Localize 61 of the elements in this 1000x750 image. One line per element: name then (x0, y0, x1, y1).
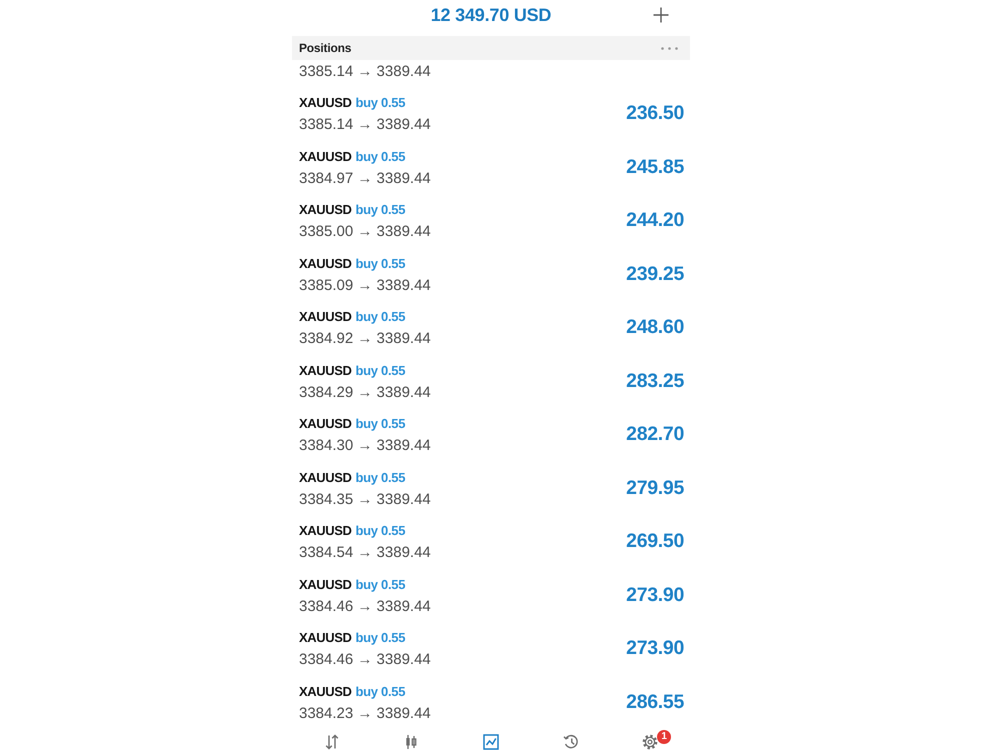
more-icon (661, 46, 678, 50)
gear-icon (642, 734, 658, 750)
price-text: 3384.54 → 3389.44 (299, 544, 431, 562)
symbol-label: XAUUSD (299, 94, 352, 112)
price-text: 3384.29 → 3389.44 (299, 384, 431, 402)
symbol-label: XAUUSD (299, 148, 352, 166)
symbol-label: XAUUSD (299, 362, 352, 380)
profit-value: 248.60 (626, 315, 684, 339)
profit-value: 245.85 (626, 154, 684, 178)
line-chart-icon (482, 734, 499, 750)
balance-title: 12 349.70 USD (430, 4, 552, 26)
symbol-label: XAUUSD (299, 415, 352, 433)
symbol-label: XAUUSD (299, 522, 352, 540)
plus-icon (653, 7, 669, 23)
price-text: 3385.14 → 3389.44 (299, 63, 431, 81)
symbol-label: XAUUSD (299, 576, 352, 594)
symbol-label: XAUUSD (299, 254, 352, 272)
profit-value: 279.95 (626, 476, 684, 500)
order-label: buy 0.55 (356, 522, 406, 540)
profit-value: 273.90 (626, 582, 684, 606)
profit-value: 236.50 (626, 101, 684, 125)
price-text: 3384.92 → 3389.44 (299, 330, 431, 348)
price-text: 3384.35 → 3389.44 (299, 490, 431, 508)
order-label: buy 0.55 (356, 415, 406, 433)
profit-value: 244.20 (626, 208, 684, 232)
order-label: buy 0.55 (356, 362, 406, 380)
symbol-label: XAUUSD (299, 629, 352, 647)
price-text: 3384.46 → 3389.44 (299, 598, 431, 616)
profit-value: 269.50 (626, 529, 684, 553)
order-label: buy 0.55 (356, 148, 406, 166)
clock-icon (562, 734, 579, 750)
profit-value: 286.55 (626, 690, 684, 714)
more-button[interactable] (661, 44, 678, 52)
nav-tab[interactable]: 1 (610, 732, 690, 750)
order-label: buy 0.55 (356, 254, 406, 272)
symbol-label: XAUUSD (299, 468, 352, 486)
order-label: buy 0.55 (356, 468, 406, 486)
price-text: 3385.14 → 3389.44 (299, 116, 431, 134)
symbol-label: XAUUSD (299, 201, 352, 219)
order-label: buy 0.55 (356, 576, 406, 594)
notification-badge: 1 (657, 730, 672, 744)
up-down-arrows-icon (324, 734, 340, 750)
symbol-label: XAUUSD (299, 682, 352, 700)
price-text: 3385.00 → 3389.44 (299, 223, 431, 241)
profit-value: 282.70 (626, 422, 684, 446)
price-text: 3384.23 → 3389.44 (299, 704, 431, 722)
add-button[interactable] (653, 7, 669, 23)
order-label: buy 0.55 (356, 682, 406, 700)
order-label: buy 0.55 (356, 308, 406, 326)
price-text: 3385.09 → 3389.44 (299, 276, 431, 294)
order-label: buy 0.55 (356, 201, 406, 219)
order-label: buy 0.55 (356, 94, 406, 112)
price-text: 3384.30 → 3389.44 (299, 437, 431, 455)
order-label: buy 0.55 (356, 629, 406, 647)
price-text: 3384.97 → 3389.44 (299, 170, 431, 188)
profit-value: 239.25 (626, 262, 684, 286)
price-text: 3384.46 → 3389.44 (299, 651, 431, 669)
profit-value: 283.25 (626, 368, 684, 392)
symbol-label: XAUUSD (299, 308, 352, 326)
section-title: Positions (299, 41, 352, 55)
profit-value: 273.90 (626, 636, 684, 660)
